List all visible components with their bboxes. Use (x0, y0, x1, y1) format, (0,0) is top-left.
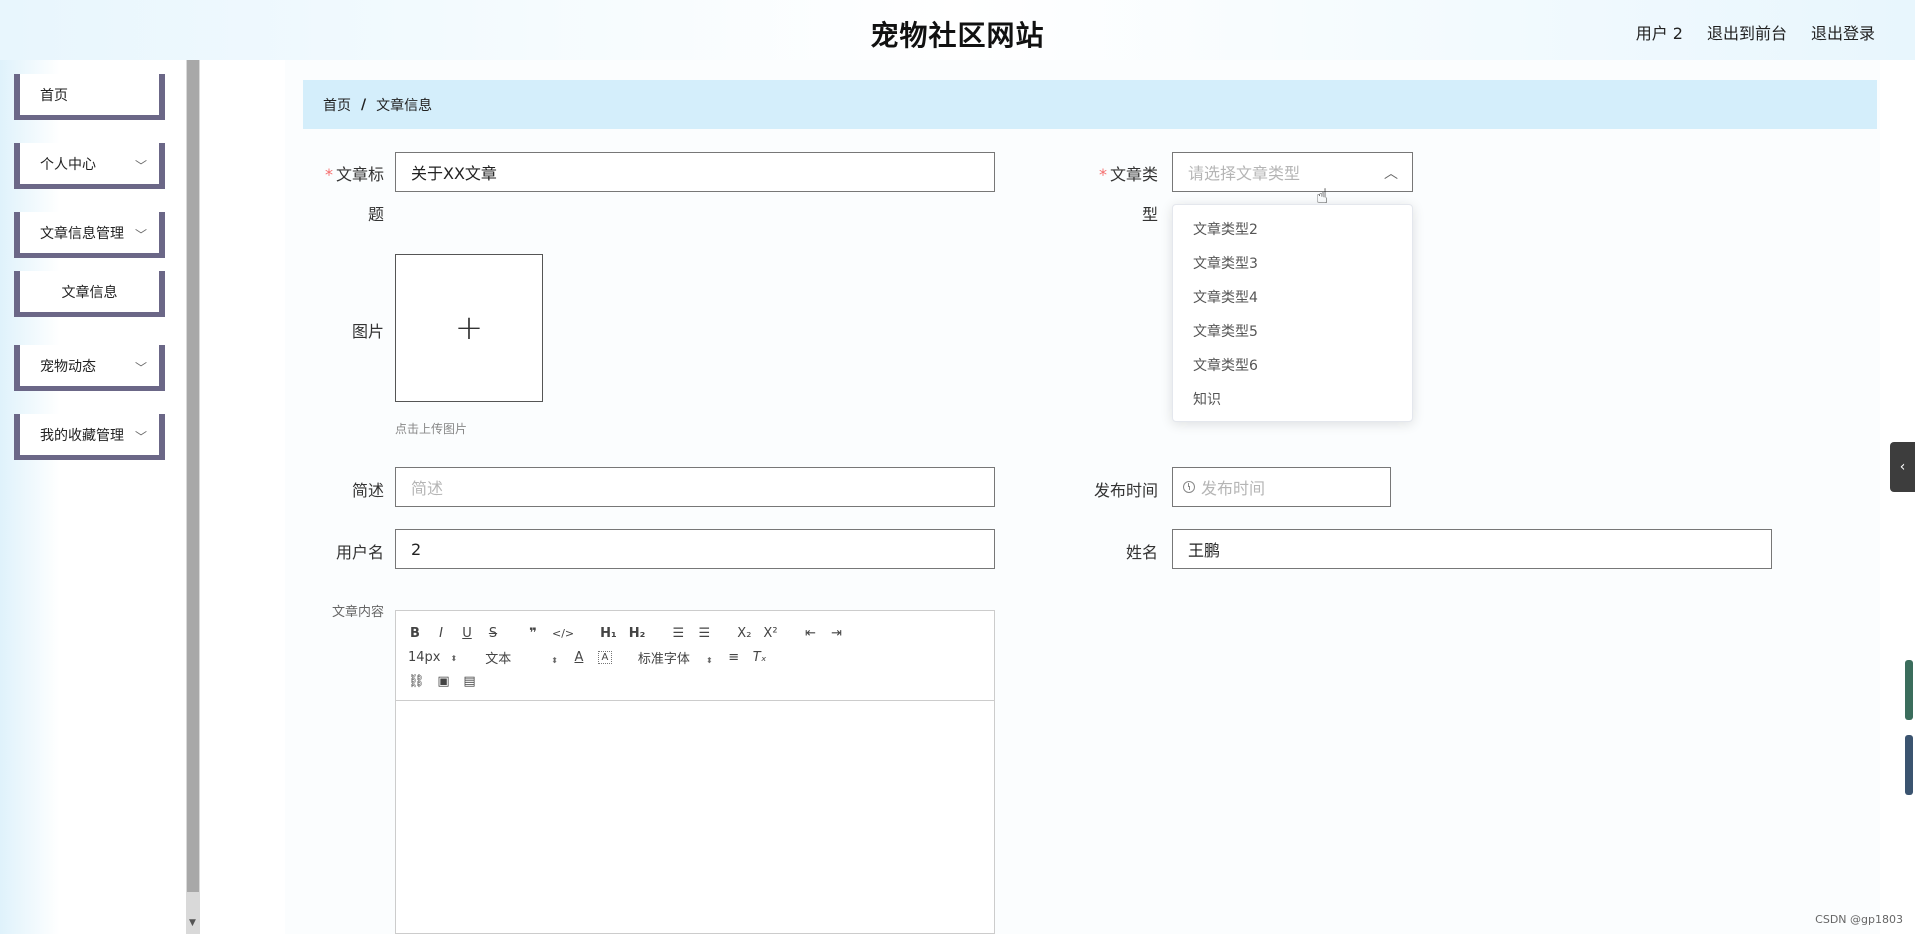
align-left-icon[interactable]: ≡ (727, 650, 741, 665)
breadcrumb-home[interactable]: 首页 (323, 95, 351, 115)
upload-hint: 点击上传图片 (395, 422, 468, 436)
image-icon[interactable]: ▣ (437, 674, 451, 689)
side-indicator-bar (1905, 735, 1913, 795)
chevron-down-icon: ﹀ (134, 228, 147, 242)
font-size-select[interactable]: 14px ⬍ (408, 650, 457, 665)
chevron-down-icon: ﹀ (134, 159, 147, 173)
username-label: 用户名 (335, 543, 384, 562)
sidebar-item-label: 文章信息 (61, 284, 118, 301)
name-label: 姓名 (1125, 543, 1158, 562)
watermark: CSDN @gp1803 (1815, 913, 1903, 926)
sidebar-item-label: 我的收藏管理 (40, 427, 124, 444)
sidebar (0, 60, 200, 934)
dropdown-option[interactable]: 文章类型6 (1173, 349, 1412, 383)
publish-time-label: 发布时间 (1093, 481, 1158, 500)
font-color-icon[interactable]: A (572, 650, 586, 665)
subscript-icon[interactable]: X₂ (737, 626, 751, 641)
sidebar-item-label: 文章信息管理 (40, 225, 124, 242)
sidebar-item-favorites-management[interactable]: 我的收藏管理 ﹀ (14, 414, 165, 460)
link-icon[interactable]: ⛓ (408, 674, 425, 689)
top-links: 用户 2 退出到前台 退出登录 (1636, 20, 1875, 44)
required-mark: * (1098, 165, 1107, 184)
breadcrumb: 首页 / 文章信息 (303, 80, 1877, 129)
scroll-down-icon[interactable]: ▼ (189, 918, 196, 928)
dropdown-option[interactable]: 文章类型4 (1173, 281, 1412, 315)
dropdown-option[interactable]: 文章类型2 (1173, 213, 1412, 247)
outdent-icon[interactable]: ⇤ (804, 626, 818, 641)
sidebar-item-label: 宠物动态 (40, 358, 96, 375)
blockquote-icon[interactable]: ❞ (526, 626, 540, 641)
clock-icon (1183, 481, 1195, 493)
content-label: 文章内容 (331, 605, 384, 620)
type-dropdown: 文章类型2 文章类型3 文章类型4 文章类型5 文章类型6 知识 (1172, 204, 1413, 422)
username-input[interactable]: 2 (395, 529, 995, 569)
sidebar-item-pet-news[interactable]: 宠物动态 ﹀ (14, 345, 165, 391)
plus-icon: + (454, 308, 484, 348)
image-upload-button[interactable]: + (395, 254, 543, 402)
code-block-icon[interactable]: </> (552, 627, 574, 640)
sidebar-item-label: 个人中心 (40, 156, 96, 173)
exit-to-front-link[interactable]: 退出到前台 (1707, 20, 1787, 44)
site-title: 宠物社区网站 (870, 19, 1045, 52)
dropdown-option[interactable]: 文章类型5 (1173, 315, 1412, 349)
side-indicator-bar (1905, 660, 1913, 720)
drawer-toggle-button[interactable]: ‹ (1890, 442, 1915, 492)
bullet-list-icon[interactable]: ☰ (697, 626, 711, 641)
name-input[interactable]: 王鹏 (1172, 529, 1772, 569)
breadcrumb-current: 文章信息 (376, 97, 433, 114)
ordered-list-icon[interactable]: ☰ (671, 626, 685, 641)
font-family-value: 标准字体 (637, 651, 690, 667)
strikethrough-icon[interactable]: S (486, 626, 500, 641)
header-type-select[interactable]: 文本 ⬍ (485, 648, 558, 667)
publish-time-picker[interactable]: 发布时间 (1172, 467, 1391, 507)
background-color-icon[interactable]: A (597, 650, 612, 664)
heading1-icon[interactable]: H₁ (600, 626, 617, 641)
bold-icon[interactable]: B (408, 626, 422, 641)
superscript-icon[interactable]: X² (763, 626, 777, 641)
title-label: * 文章标 (318, 161, 384, 185)
type-label: * 文章类 (1092, 161, 1158, 185)
clear-format-icon[interactable]: Tₓ (753, 650, 767, 665)
font-size-value: 14px (408, 649, 441, 665)
sidebar-item-home[interactable]: 首页 (14, 74, 165, 120)
sidebar-item-personal-center[interactable]: 个人中心 ﹀ (14, 143, 165, 189)
required-mark: * (324, 165, 333, 184)
sidebar-item-label: 首页 (40, 87, 68, 104)
header-type-value: 文本 (485, 651, 512, 667)
italic-icon[interactable]: I (434, 626, 448, 641)
type-label-wrap: 型 (1141, 205, 1158, 224)
sidebar-subitem-article-info[interactable]: 文章信息 (14, 271, 165, 317)
breadcrumb-separator: / (361, 96, 367, 113)
chevron-left-icon: ‹ (1899, 459, 1906, 475)
chevron-down-icon: ﹀ (134, 361, 147, 375)
title-label-wrap: 题 (367, 205, 384, 224)
type-select[interactable]: 请选择文章类型 ︿ (1172, 152, 1413, 192)
font-family-select[interactable]: 标准字体 ⬍ (638, 648, 713, 667)
sidebar-item-article-management[interactable]: 文章信息管理 ﹀ (14, 212, 165, 258)
heading2-icon[interactable]: H₂ (629, 626, 646, 641)
chevron-up-icon: ︿ (1384, 166, 1398, 182)
logout-link[interactable]: 退出登录 (1811, 20, 1875, 44)
underline-icon[interactable]: U (460, 626, 474, 641)
scrollbar-thumb[interactable] (187, 60, 199, 892)
editor-content-area[interactable] (396, 701, 994, 931)
top-header: 宠物社区网站 用户 2 退出到前台 退出登录 (0, 0, 1915, 60)
summary-label: 简述 (351, 481, 384, 500)
summary-input[interactable]: 简述 (395, 467, 995, 507)
current-user-link[interactable]: 用户 2 (1636, 20, 1683, 44)
title-label-text: 文章标 (335, 165, 384, 184)
editor-toolbar: B I U S ❞ </> H₁ H₂ ☰ ☰ X₂ X² ⇤ ⇥ 14px ⬍ … (396, 611, 994, 701)
indent-icon[interactable]: ⇥ (830, 626, 844, 641)
sidebar-scrollbar[interactable]: ▼ (186, 60, 200, 934)
image-label: 图片 (351, 322, 384, 341)
type-label-text: 文章类 (1109, 165, 1158, 184)
dropdown-option[interactable]: 文章类型3 (1173, 247, 1412, 281)
chevron-down-icon: ﹀ (134, 430, 147, 444)
type-select-placeholder: 请选择文章类型 (1188, 164, 1301, 183)
publish-time-placeholder: 发布时间 (1201, 479, 1266, 498)
title-input[interactable]: 关于XX文章 (395, 152, 995, 192)
dropdown-option[interactable]: 知识 (1173, 383, 1412, 417)
rich-text-editor: B I U S ❞ </> H₁ H₂ ☰ ☰ X₂ X² ⇤ ⇥ 14px ⬍ … (395, 610, 995, 934)
video-icon[interactable]: ▤ (463, 674, 477, 689)
